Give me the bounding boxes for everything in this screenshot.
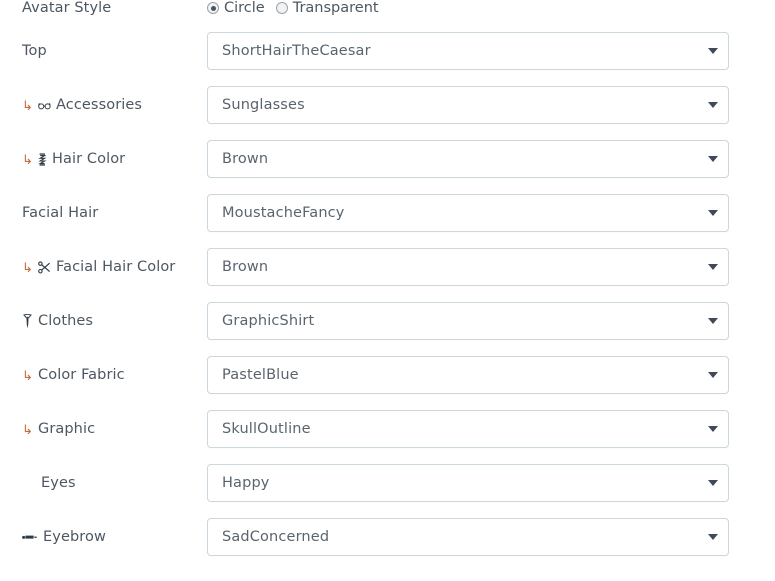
select-top-box[interactable]: ShortHairTheCaesar xyxy=(207,32,729,70)
clothes-label-cell: Clothes xyxy=(0,313,207,329)
select-graphic[interactable]: SkullOutline xyxy=(207,410,729,448)
select-graphic-box[interactable]: SkullOutline xyxy=(207,410,729,448)
radio-indicator-transparent[interactable] xyxy=(276,2,288,14)
necktie-icon xyxy=(22,314,33,329)
hair-color-label-cell: ↳ Hair Color xyxy=(0,151,207,167)
graphic-control-cell: SkullOutline xyxy=(207,410,775,448)
clothes-control-cell: GraphicShirt xyxy=(207,302,775,340)
paint-swatch-icon xyxy=(38,153,47,166)
accessories-label: Accessories xyxy=(56,97,142,113)
hair-color-control-cell: Brown xyxy=(207,140,775,178)
accessories-control-cell: Sunglasses xyxy=(207,86,775,124)
select-facial-hair-color[interactable]: Brown xyxy=(207,248,729,286)
facial-hair-label: Facial Hair xyxy=(22,205,98,221)
facial-hair-label-cell: Facial Hair xyxy=(0,205,207,221)
top-label-cell: Top xyxy=(0,43,207,59)
avatar-style-label-cell: Avatar Style xyxy=(0,0,207,16)
select-hair-color[interactable]: Brown xyxy=(207,140,729,178)
select-eyes[interactable]: Happy xyxy=(207,464,729,502)
radio-label-circle: Circle xyxy=(224,0,265,16)
form-row-facial-hair-color: ↳ Facial Hair Color Brown xyxy=(0,240,775,294)
radio-indicator-circle[interactable] xyxy=(207,2,219,14)
form-row-hair-color: ↳ Hair Color Brown xyxy=(0,132,775,186)
form-row-eyes: Eyes Happy xyxy=(0,456,775,510)
avatar-style-control-cell: Circle Transparent xyxy=(207,0,775,16)
clothes-label: Clothes xyxy=(38,313,93,329)
eyes-control-cell: Happy xyxy=(207,464,775,502)
eyes-label: Eyes xyxy=(41,475,76,491)
top-label: Top xyxy=(22,43,47,59)
color-fabric-control-cell: PastelBlue xyxy=(207,356,775,394)
hair-color-label: Hair Color xyxy=(52,151,125,167)
select-facial-hair-color-value: Brown xyxy=(222,259,268,275)
child-arrow-icon: ↳ xyxy=(22,370,33,383)
form-row-color-fabric: ↳ Color Fabric PastelBlue xyxy=(0,348,775,402)
select-clothes-box[interactable]: GraphicShirt xyxy=(207,302,729,340)
select-hair-color-box[interactable]: Brown xyxy=(207,140,729,178)
radio-option-circle[interactable]: Circle xyxy=(207,0,265,16)
select-accessories-box[interactable]: Sunglasses xyxy=(207,86,729,124)
form-row-eyebrow: Eyebrow SadConcerned xyxy=(0,510,775,564)
color-fabric-label-cell: ↳ Color Fabric xyxy=(0,367,207,383)
graphic-label-cell: ↳ Graphic xyxy=(0,421,207,437)
facial-hair-color-label-cell: ↳ Facial Hair Color xyxy=(0,259,207,275)
form-row-graphic: ↳ Graphic SkullOutline xyxy=(0,402,775,456)
color-fabric-label: Color Fabric xyxy=(38,367,125,383)
radio-label-transparent: Transparent xyxy=(293,0,379,16)
facial-hair-color-label: Facial Hair Color xyxy=(56,259,175,275)
form-row-clothes: Clothes GraphicShirt xyxy=(0,294,775,348)
select-graphic-value: SkullOutline xyxy=(222,421,311,437)
avatar-style-label: Avatar Style xyxy=(22,0,111,16)
avatar-style-radio-group: Circle Transparent xyxy=(207,0,379,16)
select-eyes-value: Happy xyxy=(222,475,270,491)
form-row-accessories: ↳ Accessories Sunglasses xyxy=(0,78,775,132)
form-row-facial-hair: Facial Hair MoustacheFancy xyxy=(0,186,775,240)
eyebrow-icon xyxy=(22,533,38,541)
eyebrow-label-cell: Eyebrow xyxy=(0,529,207,545)
select-clothes-value: GraphicShirt xyxy=(222,313,314,329)
child-arrow-icon: ↳ xyxy=(22,424,33,437)
select-color-fabric-value: PastelBlue xyxy=(222,367,299,383)
child-arrow-icon: ↳ xyxy=(22,262,33,275)
graphic-label: Graphic xyxy=(38,421,95,437)
select-facial-hair-color-box[interactable]: Brown xyxy=(207,248,729,286)
select-color-fabric[interactable]: PastelBlue xyxy=(207,356,729,394)
glasses-icon xyxy=(38,101,51,110)
accessories-label-cell: ↳ Accessories xyxy=(0,97,207,113)
child-arrow-icon: ↳ xyxy=(22,154,33,167)
select-eyebrow-box[interactable]: SadConcerned xyxy=(207,518,729,556)
avatar-options-form: Avatar Style Circle Transparent Top xyxy=(0,0,775,581)
eyebrow-label: Eyebrow xyxy=(43,529,106,545)
select-eyes-box[interactable]: Happy xyxy=(207,464,729,502)
eyebrow-control-cell: SadConcerned xyxy=(207,518,775,556)
select-facial-hair-box[interactable]: MoustacheFancy xyxy=(207,194,729,232)
child-arrow-icon: ↳ xyxy=(22,100,33,113)
scissors-icon xyxy=(38,261,51,274)
select-top[interactable]: ShortHairTheCaesar xyxy=(207,32,729,70)
eyes-label-cell: Eyes xyxy=(0,475,207,491)
facial-hair-control-cell: MoustacheFancy xyxy=(207,194,775,232)
select-accessories-value: Sunglasses xyxy=(222,97,305,113)
form-row-top: Top ShortHairTheCaesar xyxy=(0,24,775,78)
select-clothes[interactable]: GraphicShirt xyxy=(207,302,729,340)
select-hair-color-value: Brown xyxy=(222,151,268,167)
facial-hair-color-control-cell: Brown xyxy=(207,248,775,286)
select-eyebrow-value: SadConcerned xyxy=(222,529,329,545)
select-facial-hair[interactable]: MoustacheFancy xyxy=(207,194,729,232)
radio-option-transparent[interactable]: Transparent xyxy=(276,0,379,16)
form-row-avatar-style: Avatar Style Circle Transparent xyxy=(0,0,775,24)
top-control-cell: ShortHairTheCaesar xyxy=(207,32,775,70)
select-eyebrow[interactable]: SadConcerned xyxy=(207,518,729,556)
select-color-fabric-box[interactable]: PastelBlue xyxy=(207,356,729,394)
select-top-value: ShortHairTheCaesar xyxy=(222,43,371,59)
select-facial-hair-value: MoustacheFancy xyxy=(222,205,345,221)
select-accessories[interactable]: Sunglasses xyxy=(207,86,729,124)
